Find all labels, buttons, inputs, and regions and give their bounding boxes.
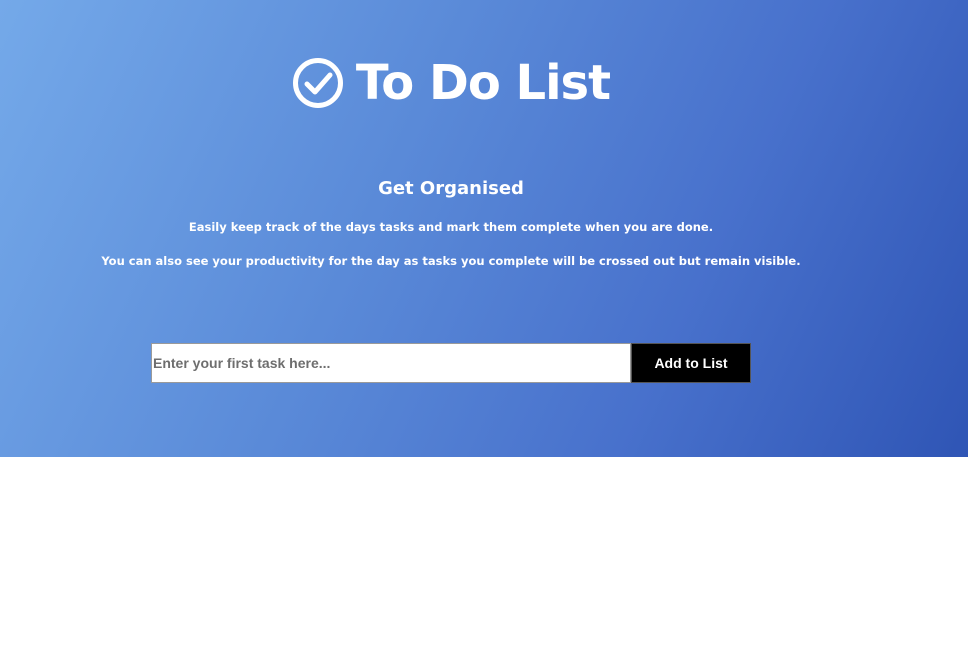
page-title: To Do List (355, 55, 611, 111)
task-list (0, 457, 968, 652)
page-header: To Do List (0, 52, 902, 114)
check-circle-icon (292, 57, 344, 109)
intro-text-line-2: You can also see your productivity for t… (101, 254, 801, 268)
task-input[interactable] (151, 343, 631, 383)
add-task-form: Add to List (151, 343, 751, 383)
add-to-list-button[interactable]: Add to List (631, 343, 751, 383)
intro-text-line-1: Easily keep track of the days tasks and … (188, 220, 714, 234)
intro-heading: Get Organised (378, 178, 524, 199)
hero-banner: To Do List Get Organised Easily keep tra… (0, 0, 968, 457)
